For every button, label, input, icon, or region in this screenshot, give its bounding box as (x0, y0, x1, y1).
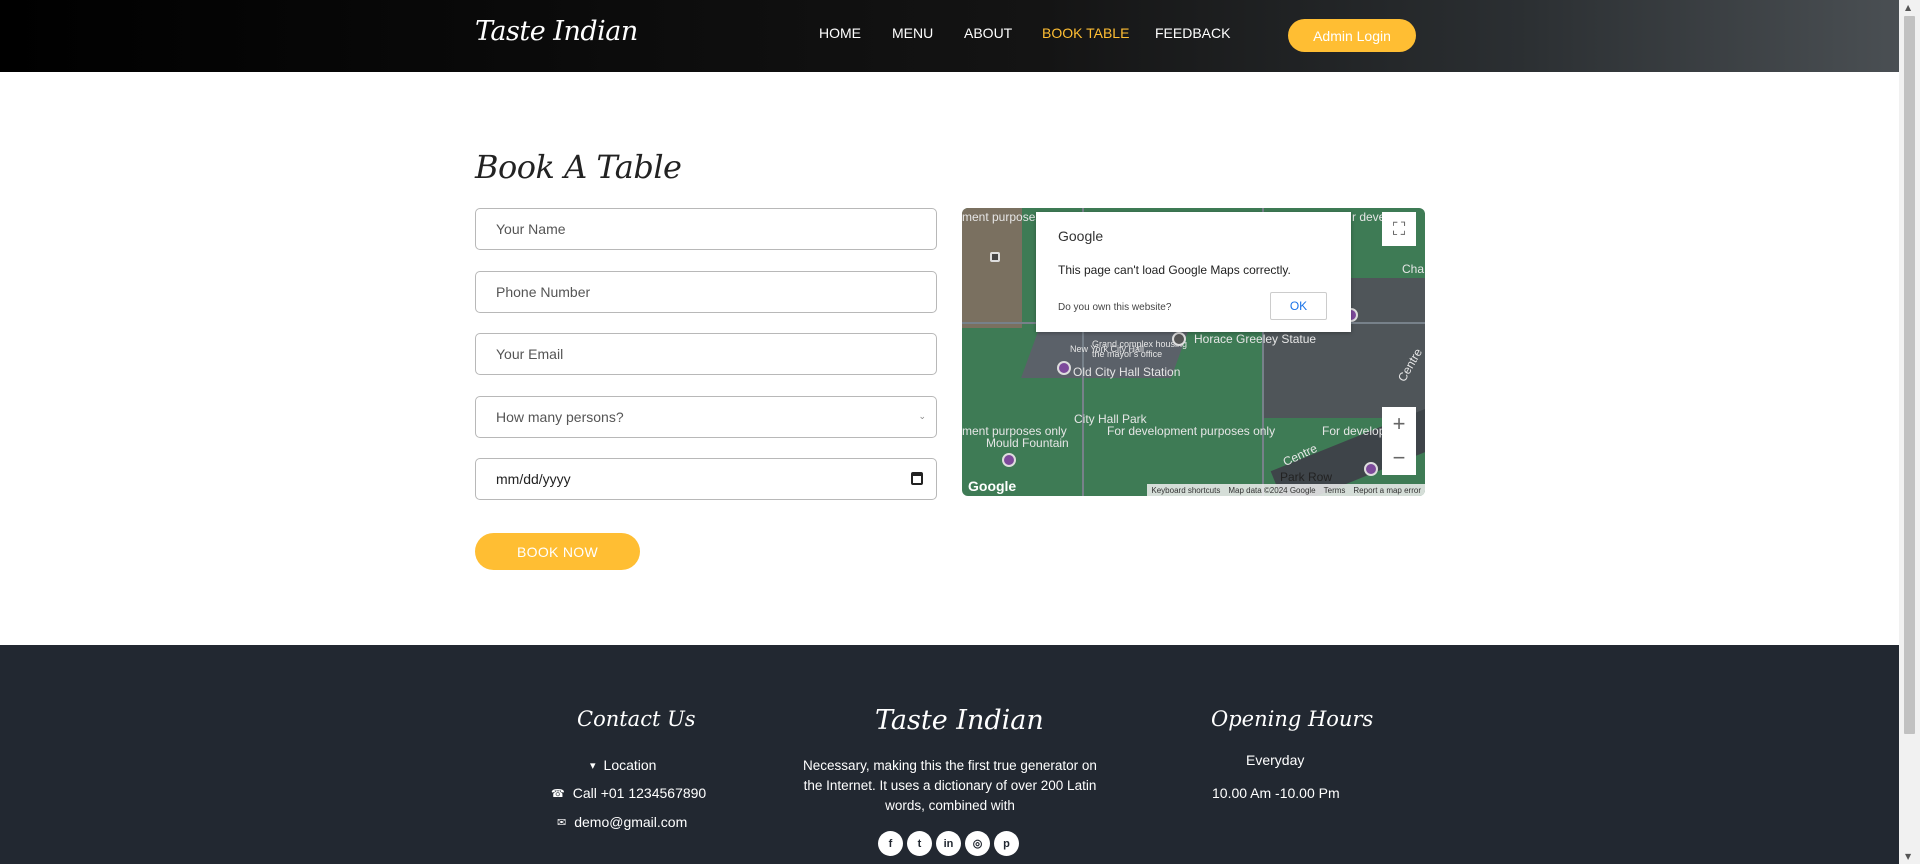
hours-time: 10.00 Am -10.00 Pm (1212, 785, 1340, 801)
contact-location[interactable]: ▾ Location (590, 757, 656, 773)
map-label: the mayor's office (1092, 349, 1163, 359)
map-block (962, 208, 1022, 328)
site-header: Taste Indian HOME MENU ABOUT BOOK TABLE … (0, 0, 1899, 72)
hours-title: Opening Hours (1211, 707, 1374, 731)
map-pin-icon[interactable] (990, 252, 1000, 262)
site-footer: Contact Us ▾ Location ☎ Call +01 1234567… (0, 645, 1899, 864)
email-input[interactable]: Your Email (475, 333, 937, 375)
nav-about[interactable]: ABOUT (964, 25, 1012, 41)
dialog-brand: Google (1058, 228, 1104, 244)
map-pin-icon[interactable] (1364, 462, 1378, 476)
page-title: Book A Table (475, 148, 682, 186)
nav-menu[interactable]: MENU (892, 25, 933, 41)
footer-brand: Taste Indian (875, 705, 1044, 736)
maps-error-dialog: Google This page can't load Google Maps … (1036, 212, 1351, 332)
name-input[interactable]: Your Name (475, 208, 937, 250)
dialog-question: Do you own this website? (1058, 302, 1172, 313)
contact-phone-text: Call +01 1234567890 (572, 785, 707, 801)
persons-select-value: How many persons? (496, 409, 624, 425)
zoom-out-button[interactable]: − (1382, 441, 1416, 475)
scroll-up-icon[interactable]: ▲ (1905, 3, 1911, 12)
contact-location-text: Location (603, 757, 657, 773)
map-label: For develop (1322, 424, 1386, 438)
phone-input[interactable]: Phone Number (475, 271, 937, 313)
map-attribution: Keyboard shortcuts Map data ©2024 Google… (1147, 484, 1425, 496)
contact-title: Contact Us (577, 707, 696, 731)
vertical-scrollbar[interactable]: ▲ ▼ (1899, 0, 1920, 864)
terms-link[interactable]: Terms (1324, 486, 1346, 495)
date-input[interactable]: mm/dd/yyyy (475, 458, 937, 500)
dialog-ok-button[interactable]: OK (1270, 292, 1327, 320)
twitter-icon[interactable]: t (907, 831, 932, 856)
persons-select[interactable]: How many persons? ⌄ (475, 396, 937, 438)
instagram-icon[interactable]: ◎ (965, 831, 990, 856)
scroll-down-icon[interactable]: ▼ (1905, 852, 1911, 861)
map-label: Mould Fountain (986, 436, 1069, 450)
nav-feedback[interactable]: FEEDBACK (1155, 25, 1230, 41)
zoom-in-button[interactable]: + (1382, 407, 1416, 441)
date-input-value: mm/dd/yyyy (496, 471, 571, 487)
contact-email[interactable]: ✉ demo@gmail.com (557, 814, 687, 830)
nav-home[interactable]: HOME (819, 25, 861, 41)
dialog-message: This page can't load Google Maps correct… (1058, 263, 1291, 277)
admin-login-button[interactable]: Admin Login (1288, 19, 1416, 52)
contact-email-text: demo@gmail.com (574, 814, 688, 830)
contact-phone[interactable]: ☎ Call +01 1234567890 (551, 785, 706, 801)
map-label: Horace Greeley Statue (1194, 332, 1317, 346)
map-label: For development purposes only (1107, 424, 1276, 438)
book-now-button[interactable]: BOOK NOW (475, 533, 640, 570)
calendar-icon[interactable] (911, 472, 923, 485)
fullscreen-icon[interactable]: ⛶ (1382, 212, 1416, 246)
map-embed[interactable]: ment purposes o r develop Cha New York C… (962, 208, 1425, 496)
map-pin-icon[interactable] (1057, 361, 1071, 375)
envelope-icon: ✉ (557, 816, 567, 829)
map-label: Park Row (1280, 470, 1333, 484)
map-pin-icon[interactable] (1172, 332, 1186, 346)
phone-icon: ☎ (551, 787, 565, 800)
report-map-error-link[interactable]: Report a map error (1353, 486, 1421, 495)
map-data-text: Map data ©2024 Google (1228, 485, 1316, 495)
scrollbar-thumb[interactable] (1904, 16, 1915, 734)
brand-logo[interactable]: Taste Indian (475, 16, 638, 47)
map-label: Old City Hall Station (1073, 365, 1181, 379)
map-pin-icon[interactable] (1002, 453, 1016, 467)
location-pin-icon: ▾ (590, 759, 596, 772)
footer-about-text: Necessary, making this the first true ge… (803, 758, 1097, 813)
map-label: Cha (1402, 262, 1425, 276)
pinterest-icon[interactable]: p (994, 831, 1019, 856)
linkedin-icon[interactable]: in (936, 831, 961, 856)
google-logo: Google (968, 478, 1017, 494)
keyboard-shortcuts-link[interactable]: Keyboard shortcuts (1151, 486, 1220, 495)
facebook-icon[interactable]: f (878, 831, 903, 856)
hours-days: Everyday (1246, 752, 1305, 768)
chevron-down-icon: ⌄ (918, 411, 926, 421)
nav-book-table[interactable]: BOOK TABLE (1042, 25, 1129, 41)
